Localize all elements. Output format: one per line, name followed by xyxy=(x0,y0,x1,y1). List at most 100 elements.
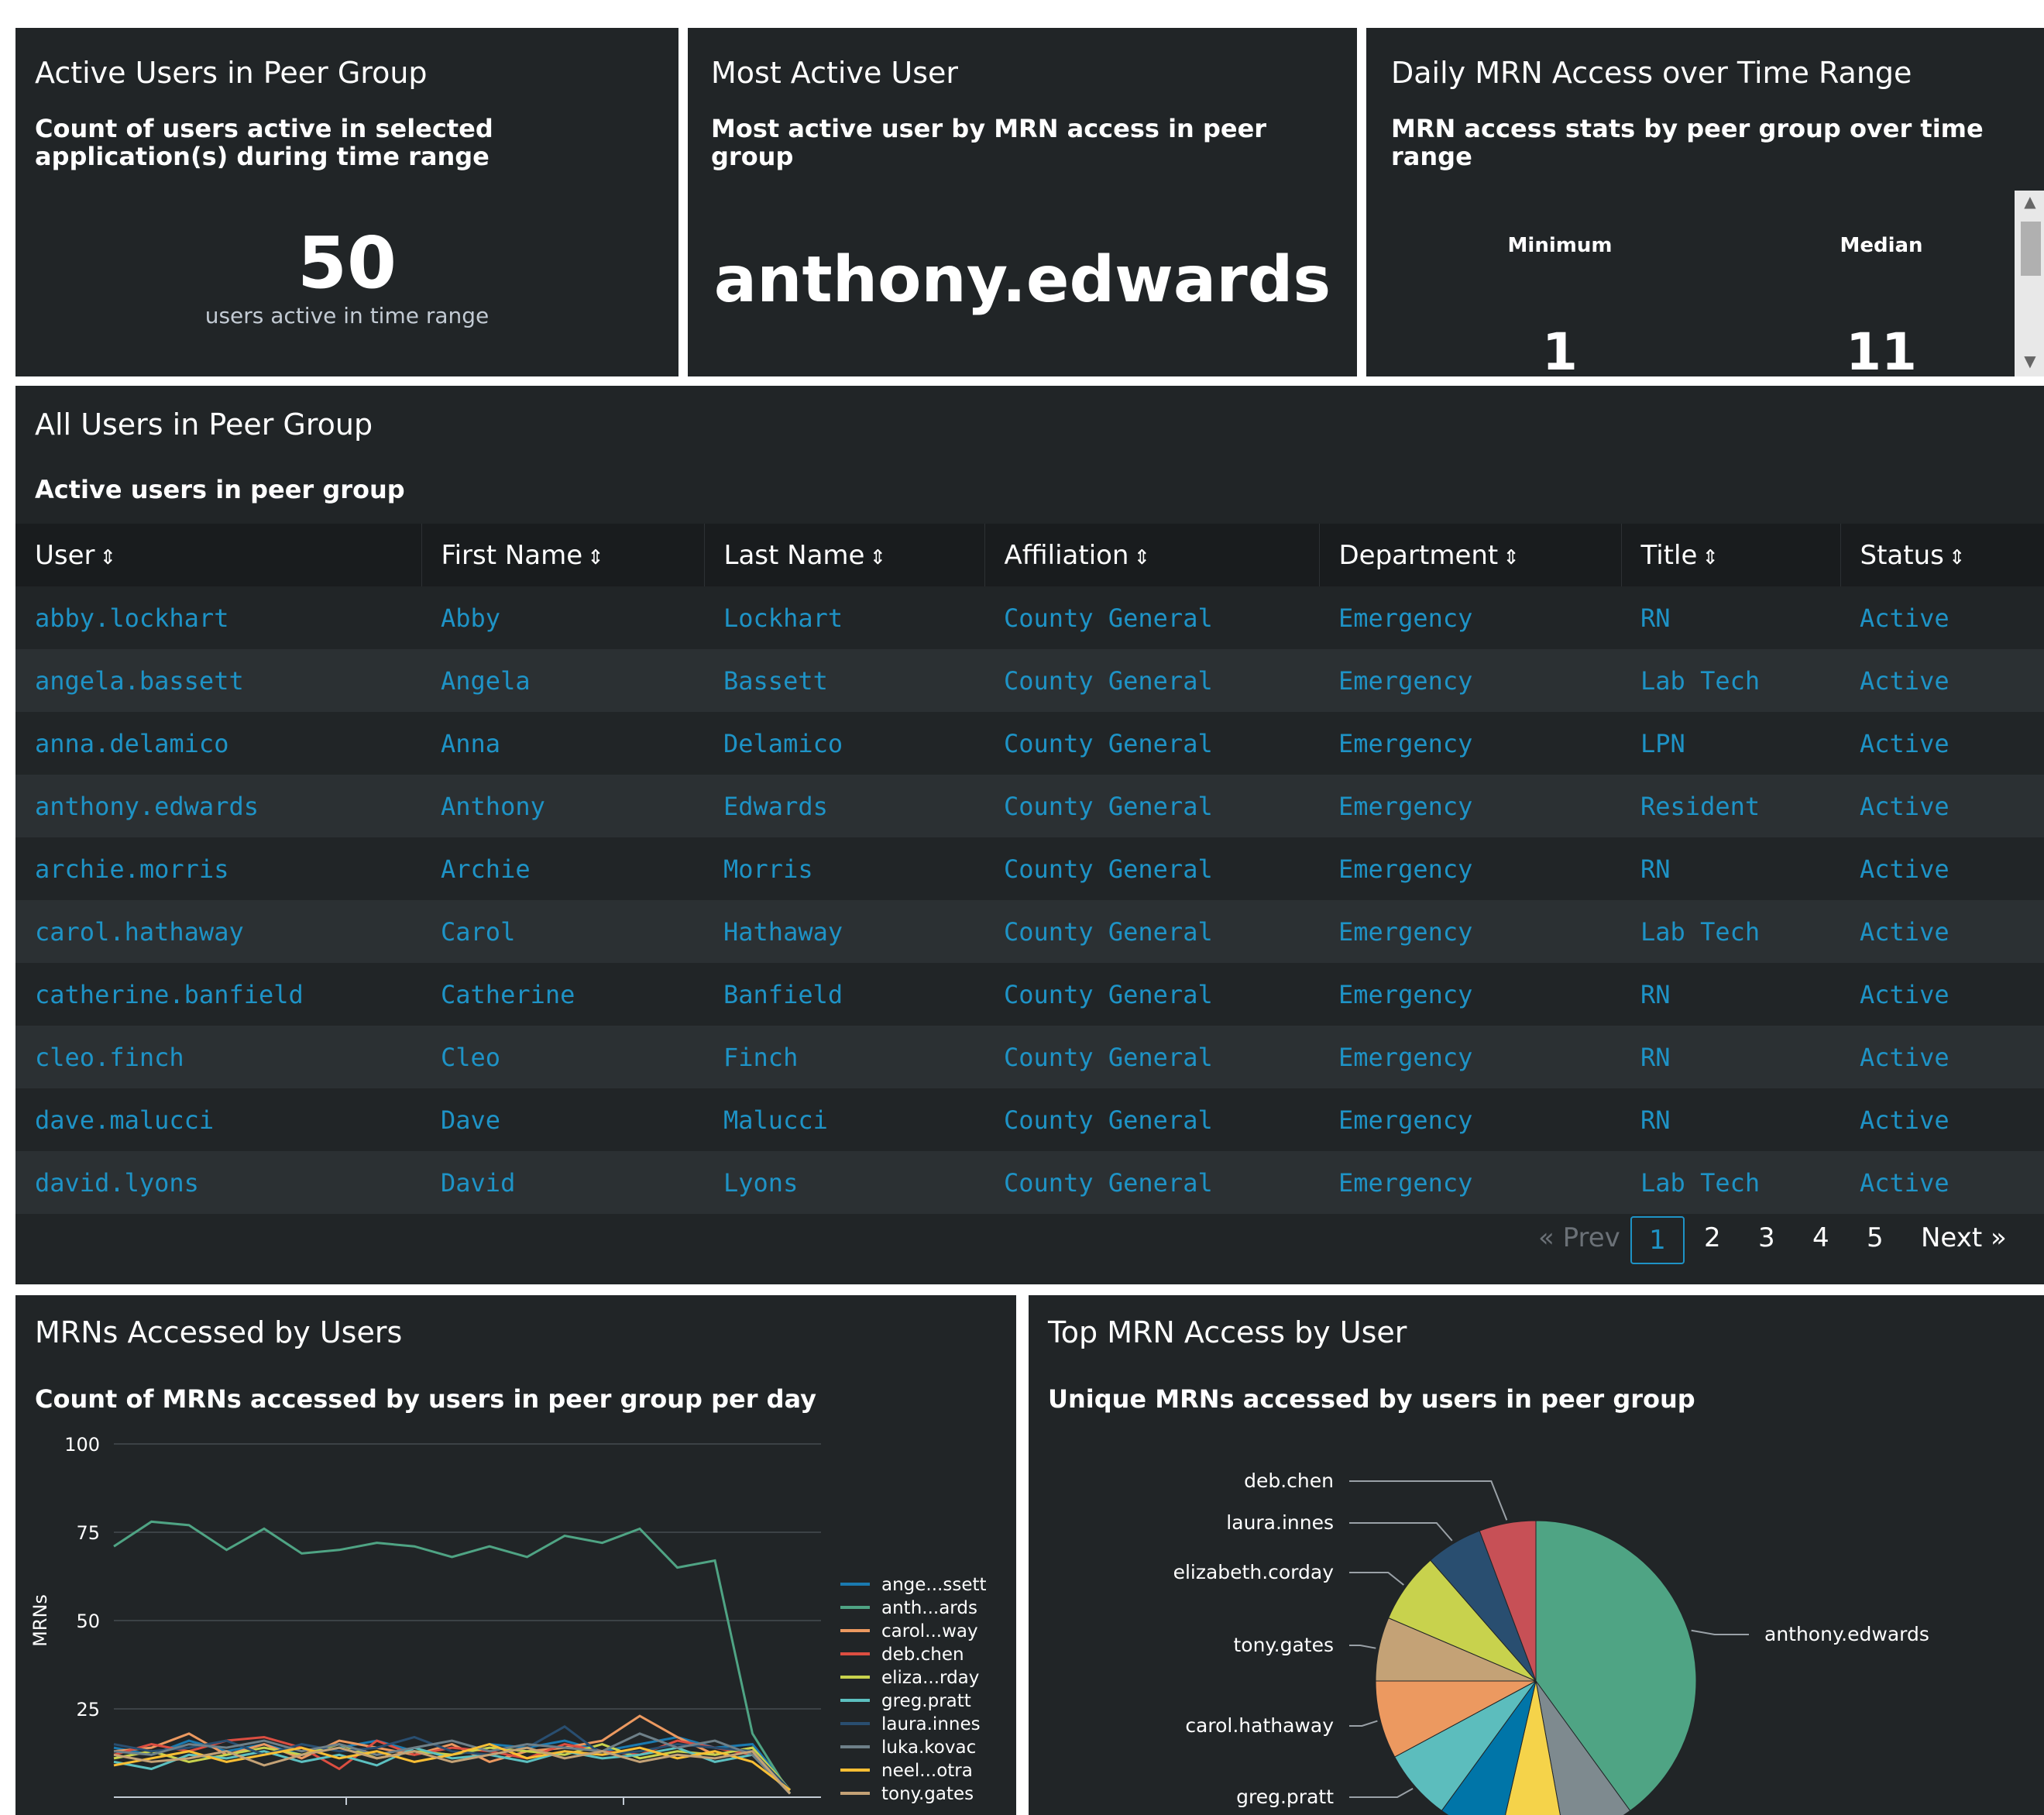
column-header-user[interactable]: User ⇕ xyxy=(15,524,422,586)
cell-affiliation[interactable]: County General xyxy=(984,1088,1319,1151)
cell-last-name[interactable]: Banfield xyxy=(704,963,984,1026)
cell-status[interactable]: Active xyxy=(1840,1026,2044,1088)
cell-first-name[interactable]: Anthony xyxy=(421,775,704,837)
next-page-link[interactable]: Next » xyxy=(1921,1222,2007,1253)
column-header-title[interactable]: Title ⇕ xyxy=(1621,524,1841,586)
cell-last-name[interactable]: Hathaway xyxy=(704,900,984,963)
panel-title: Active Users in Peer Group xyxy=(35,56,428,90)
scroll-down-icon[interactable]: ▼ xyxy=(2015,352,2044,370)
cell-last-name[interactable]: Finch xyxy=(704,1026,984,1088)
cell-user[interactable]: angela.bassett xyxy=(15,649,421,712)
cell-status[interactable]: Active xyxy=(1840,1151,2044,1214)
column-header-affiliation[interactable]: Affiliation ⇕ xyxy=(984,524,1320,586)
cell-affiliation[interactable]: County General xyxy=(984,1151,1319,1214)
cell-title[interactable]: Lab Tech xyxy=(1621,900,1840,963)
pie-leader-line xyxy=(1349,1645,1376,1649)
cell-department[interactable]: Emergency xyxy=(1319,586,1621,649)
cell-user[interactable]: david.lyons xyxy=(15,1151,421,1214)
cell-status[interactable]: Active xyxy=(1840,900,2044,963)
cell-title[interactable]: RN xyxy=(1621,963,1840,1026)
cell-status[interactable]: Active xyxy=(1840,963,2044,1026)
cell-department[interactable]: Emergency xyxy=(1319,900,1621,963)
cell-department[interactable]: Emergency xyxy=(1319,837,1621,900)
cell-status[interactable]: Active xyxy=(1840,712,2044,775)
cell-first-name[interactable]: David xyxy=(421,1151,704,1214)
cell-first-name[interactable]: Angela xyxy=(421,649,704,712)
column-header-last-name[interactable]: Last Name ⇕ xyxy=(704,524,985,586)
cell-affiliation[interactable]: County General xyxy=(984,712,1319,775)
cell-last-name[interactable]: Edwards xyxy=(704,775,984,837)
column-header-first-name[interactable]: First Name ⇕ xyxy=(421,524,705,586)
page-1-button[interactable]: 1 xyxy=(1630,1216,1685,1264)
cell-first-name[interactable]: Carol xyxy=(421,900,704,963)
cell-user[interactable]: catherine.banfield xyxy=(15,963,421,1026)
cell-status[interactable]: Active xyxy=(1840,649,2044,712)
cell-affiliation[interactable]: County General xyxy=(984,1026,1319,1088)
subtitle-line: application(s) during time range xyxy=(35,142,490,171)
cell-user[interactable]: dave.malucci xyxy=(15,1088,421,1151)
cell-department[interactable]: Emergency xyxy=(1319,649,1621,712)
pie-leader-line xyxy=(1349,1787,1414,1798)
subtitle-line: Most active user by MRN access in peer xyxy=(711,114,1267,143)
cell-first-name[interactable]: Dave xyxy=(421,1088,704,1151)
cell-title[interactable]: Lab Tech xyxy=(1621,1151,1840,1214)
cell-department[interactable]: Emergency xyxy=(1319,963,1621,1026)
table-row: angela.bassett Angela Bassett County Genera… xyxy=(15,649,2044,712)
cell-affiliation[interactable]: County General xyxy=(984,900,1319,963)
cell-first-name[interactable]: Archie xyxy=(421,837,704,900)
panel-scrollbar[interactable]: ▲ ▼ xyxy=(2015,191,2044,376)
cell-last-name[interactable]: Delamico xyxy=(704,712,984,775)
cell-user[interactable]: abby.lockhart xyxy=(15,586,421,649)
table-row: anna.delamico Anna Delamico County General E… xyxy=(15,712,2044,775)
cell-title[interactable]: RN xyxy=(1621,1026,1840,1088)
cell-status[interactable]: Active xyxy=(1840,1088,2044,1151)
page-3-button[interactable]: 3 xyxy=(1758,1222,1775,1253)
cell-affiliation[interactable]: County General xyxy=(984,837,1319,900)
cell-first-name[interactable]: Catherine xyxy=(421,963,704,1026)
cell-status[interactable]: Active xyxy=(1840,837,2044,900)
page-4-button[interactable]: 4 xyxy=(1812,1222,1829,1253)
cell-affiliation[interactable]: County General xyxy=(984,586,1319,649)
cell-last-name[interactable]: Morris xyxy=(704,837,984,900)
scroll-thumb[interactable] xyxy=(2021,222,2041,276)
cell-status[interactable]: Active xyxy=(1840,586,2044,649)
cell-department[interactable]: Emergency xyxy=(1319,775,1621,837)
cell-first-name[interactable]: Cleo xyxy=(421,1026,704,1088)
sort-icon: ⇕ xyxy=(1948,545,1966,569)
cell-title[interactable]: Lab Tech xyxy=(1621,649,1840,712)
cell-affiliation[interactable]: County General xyxy=(984,775,1319,837)
column-header-department[interactable]: Department ⇕ xyxy=(1319,524,1622,586)
mrns-accessed-panel: MRNs Accessed by Users Count of MRNs acc… xyxy=(15,1295,1016,1815)
cell-first-name[interactable]: Abby xyxy=(421,586,704,649)
table-row: david.lyons David Lyons County General Emerg… xyxy=(15,1151,2044,1214)
cell-last-name[interactable]: Lyons xyxy=(704,1151,984,1214)
cell-department[interactable]: Emergency xyxy=(1319,1151,1621,1214)
cell-first-name[interactable]: Anna xyxy=(421,712,704,775)
cell-last-name[interactable]: Malucci xyxy=(704,1088,984,1151)
cell-user[interactable]: anthony.edwards xyxy=(15,775,421,837)
cell-user[interactable]: carol.hathaway xyxy=(15,900,421,963)
cell-title[interactable]: RN xyxy=(1621,837,1840,900)
cell-affiliation[interactable]: County General xyxy=(984,649,1319,712)
cell-last-name[interactable]: Lockhart xyxy=(704,586,984,649)
cell-user[interactable]: cleo.finch xyxy=(15,1026,421,1088)
all-users-panel: All Users in Peer Group Active users in … xyxy=(15,386,2044,1284)
cell-user[interactable]: archie.morris xyxy=(15,837,421,900)
page-5-button[interactable]: 5 xyxy=(1867,1222,1884,1253)
cell-title[interactable]: Resident xyxy=(1621,775,1840,837)
cell-department[interactable]: Emergency xyxy=(1319,712,1621,775)
cell-title[interactable]: RN xyxy=(1621,586,1840,649)
cell-affiliation[interactable]: County General xyxy=(984,963,1319,1026)
cell-department[interactable]: Emergency xyxy=(1319,1088,1621,1151)
cell-user[interactable]: anna.delamico xyxy=(15,712,421,775)
cell-title[interactable]: RN xyxy=(1621,1088,1840,1151)
active-users-caption: users active in time range xyxy=(204,303,490,328)
cell-title[interactable]: LPN xyxy=(1621,712,1840,775)
page-2-button[interactable]: 2 xyxy=(1704,1222,1721,1253)
scroll-up-icon[interactable]: ▲ xyxy=(2015,192,2044,211)
cell-status[interactable]: Active xyxy=(1840,775,2044,837)
legend-label: laura.innes xyxy=(881,1714,981,1734)
cell-department[interactable]: Emergency xyxy=(1319,1026,1621,1088)
column-header-status[interactable]: Status ⇕ xyxy=(1840,524,2044,586)
cell-last-name[interactable]: Bassett xyxy=(704,649,984,712)
